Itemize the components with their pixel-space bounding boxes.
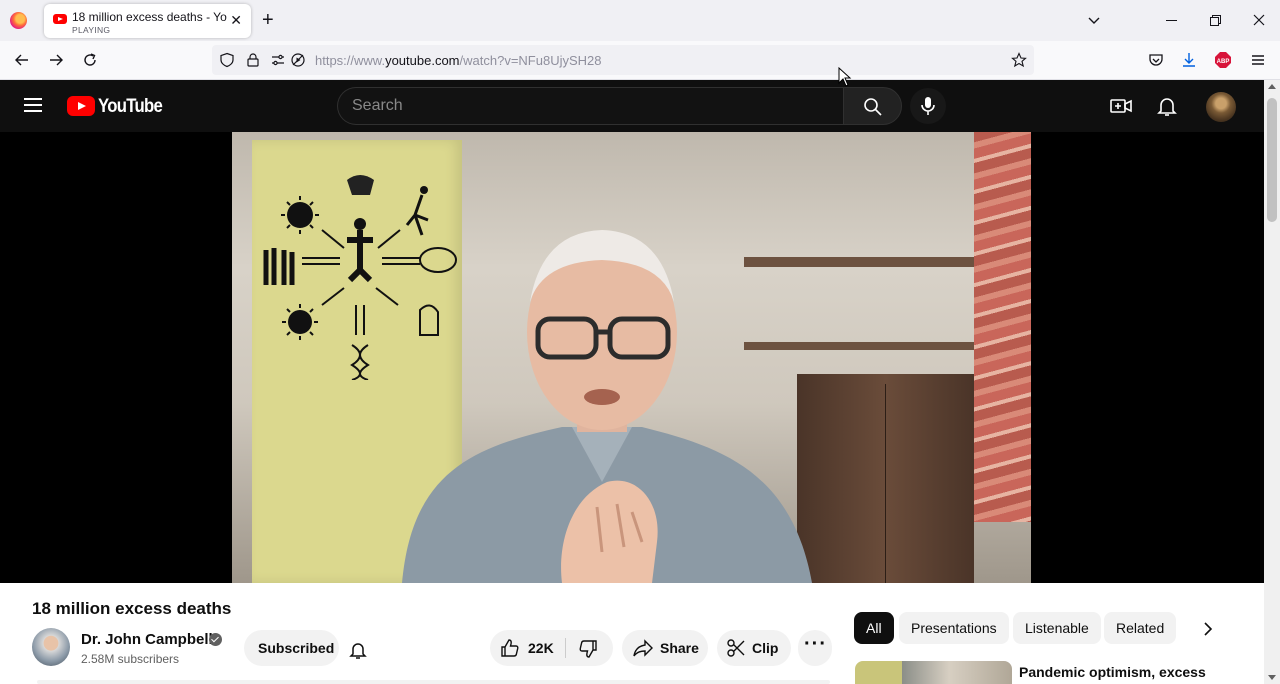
list-all-tabs-icon[interactable] [1087, 13, 1101, 27]
svg-text:ABP: ABP [1217, 59, 1230, 65]
share-label: Share [660, 640, 699, 656]
page-scrollbar[interactable] [1264, 80, 1280, 684]
tracking-protection-shield-icon[interactable] [219, 52, 235, 68]
more-actions-button[interactable]: ··· [798, 630, 832, 666]
bookmark-star-icon[interactable] [1011, 52, 1027, 68]
url-domain: youtube.com [385, 53, 460, 68]
like-separator [565, 638, 566, 658]
tab-title: 18 million excess deaths - YouTube [72, 10, 227, 24]
downloads-icon[interactable] [1180, 51, 1198, 69]
patterned-curtain [974, 132, 1031, 522]
presenter-figure [402, 230, 812, 583]
like-count[interactable]: 22K [528, 640, 554, 656]
new-tab-icon[interactable]: + [262, 10, 274, 30]
related-filter-chips: All Presentations Listenable Related [854, 612, 1224, 644]
subscribed-button[interactable]: Subscribed [244, 630, 339, 666]
forward-arrow-icon[interactable] [47, 51, 65, 69]
close-window-icon[interactable] [1252, 13, 1266, 27]
dislike-thumb-down-icon[interactable] [578, 639, 598, 659]
minimize-window-icon[interactable] [1166, 20, 1177, 21]
scroll-down-arrow-icon[interactable] [1268, 675, 1276, 680]
chip-presentations[interactable]: Presentations [899, 612, 1009, 644]
search-icon [864, 98, 882, 116]
permissions-icon[interactable] [270, 52, 286, 68]
mouse-cursor-icon [838, 67, 852, 87]
notification-bell-icon[interactable] [348, 640, 368, 660]
scrollbar-thumb[interactable] [1267, 98, 1277, 222]
video-frame[interactable] [232, 132, 1031, 583]
restore-window-icon[interactable] [1210, 15, 1221, 26]
like-dislike-group: 22K [490, 630, 613, 666]
lock-icon[interactable] [245, 52, 261, 68]
description-box-edge [37, 680, 830, 684]
chip-all[interactable]: All [854, 612, 894, 644]
scroll-up-arrow-icon[interactable] [1268, 84, 1276, 89]
like-thumb-up-icon[interactable] [500, 638, 520, 658]
subscribed-label: Subscribed [258, 640, 335, 656]
url-prefix: https://www. [315, 53, 386, 68]
video-title: 18 million excess deaths [32, 599, 232, 618]
guide-menu-icon[interactable] [24, 98, 42, 112]
video-player[interactable] [0, 132, 1264, 583]
reload-icon[interactable] [81, 51, 99, 69]
chip-listenable[interactable]: Listenable [1013, 612, 1101, 644]
related-video-title[interactable]: Pandemic optimism, excess [1019, 664, 1206, 680]
browser-tab-active[interactable]: 18 million excess deaths - YouTube PLAYI… [44, 4, 251, 38]
chip-related[interactable]: Related [1104, 612, 1177, 644]
youtube-header: YouTube [0, 80, 1264, 132]
browser-nav-bar: https://www.youtube.com/watch?v=NFu8UjyS… [0, 41, 1280, 99]
related-video-thumbnail[interactable] [855, 661, 1012, 684]
more-horizontal-icon: ··· [804, 633, 827, 655]
chevron-right-icon[interactable] [1198, 619, 1218, 639]
share-arrow-icon [633, 639, 653, 657]
scissors-icon [727, 639, 745, 657]
url-path: /watch?v=NFu8UjySH28 [459, 53, 602, 68]
clip-button[interactable]: Clip [717, 630, 791, 666]
browser-tab-bar: 18 million excess deaths - YouTube PLAYI… [0, 0, 1280, 41]
url-text[interactable]: https://www.youtube.com/watch?v=NFu8UjyS… [315, 53, 602, 68]
channel-name[interactable]: Dr. John Campbell [81, 631, 213, 648]
share-button[interactable]: Share [622, 630, 708, 666]
back-arrow-icon[interactable] [13, 51, 31, 69]
adblock-plus-icon[interactable]: ABP [1214, 51, 1232, 69]
microphone-icon [921, 97, 935, 115]
voice-search-button[interactable] [910, 88, 946, 124]
autoplay-blocked-icon[interactable] [290, 52, 306, 68]
youtube-page: YouTube Search 18 million excess deaths … [0, 80, 1264, 684]
youtube-play-logo-icon [67, 96, 95, 116]
address-bar[interactable]: https://www.youtube.com/watch?v=NFu8UjyS… [212, 45, 1034, 75]
pocket-icon[interactable] [1147, 51, 1165, 69]
clip-label: Clip [752, 640, 779, 656]
search-box [337, 87, 843, 125]
firefox-logo-icon[interactable] [10, 12, 27, 29]
close-tab-icon[interactable]: ✕ [230, 12, 242, 28]
youtube-favicon-icon [53, 14, 67, 24]
notifications-bell-icon[interactable] [1155, 94, 1179, 118]
search-button[interactable] [843, 87, 902, 125]
youtube-logo-text: YouTube [98, 96, 163, 117]
verified-badge-icon [209, 633, 222, 646]
account-avatar[interactable] [1206, 92, 1236, 122]
app-menu-icon[interactable] [1249, 51, 1267, 69]
tab-playing-status: PLAYING [72, 25, 111, 35]
subscriber-count: 2.58M subscribers [81, 652, 180, 666]
channel-avatar[interactable] [32, 628, 70, 666]
create-video-icon[interactable] [1109, 94, 1133, 118]
search-input[interactable] [352, 97, 822, 115]
